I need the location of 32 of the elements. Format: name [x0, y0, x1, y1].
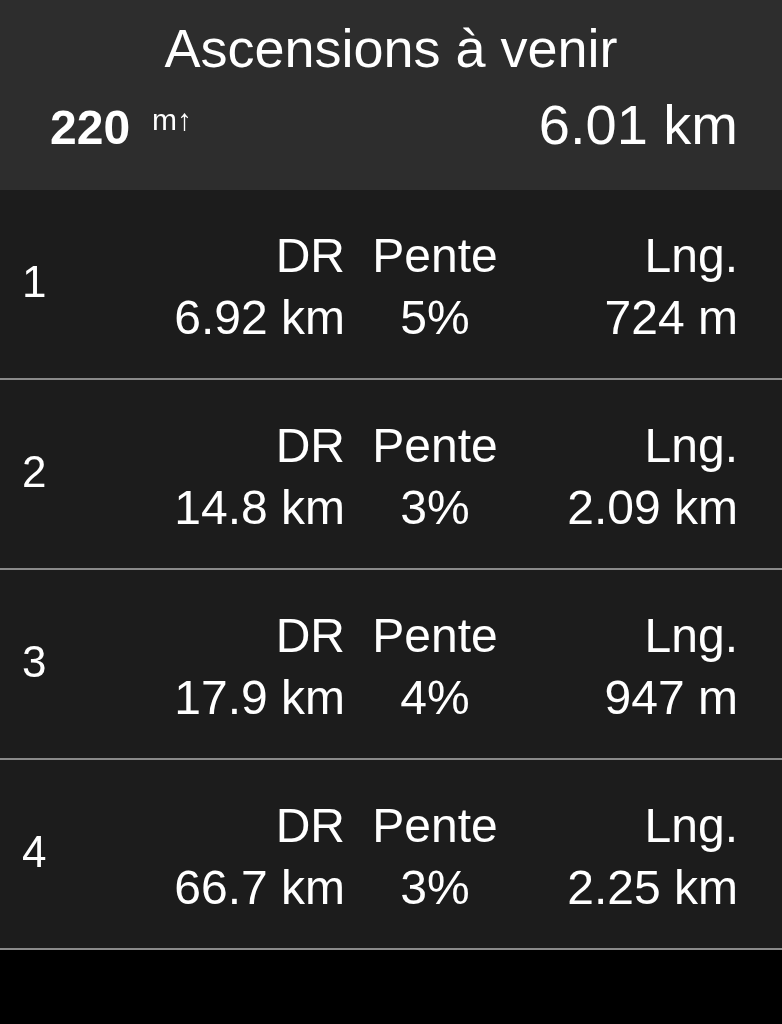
- grade-value: 5%: [399, 290, 471, 346]
- grade-value: 4%: [399, 670, 471, 726]
- grade-label: Pente: [371, 798, 499, 854]
- grade-value: 3%: [399, 860, 471, 916]
- grade-label: Pente: [371, 228, 499, 284]
- length-label: Lng.: [643, 418, 738, 474]
- length-label: Lng.: [643, 608, 738, 664]
- distance-label: DR: [274, 798, 345, 854]
- climb-number: 4: [22, 827, 48, 877]
- distance-label: DR: [274, 418, 345, 474]
- distance-value: 14.8 km: [173, 480, 345, 536]
- distance-label: DR: [274, 608, 345, 664]
- ascent-value: 220: [50, 101, 131, 154]
- climb-number: 2: [22, 447, 48, 497]
- length-value: 2.09 km: [566, 480, 738, 536]
- climb-number: 1: [22, 257, 48, 307]
- screen-title: Ascensions à venir: [163, 17, 619, 80]
- ascent-unit: m↑: [152, 103, 193, 136]
- distance-value: 17.9 km: [173, 670, 345, 726]
- distance-label: DR: [274, 228, 345, 284]
- grade-label: Pente: [371, 418, 499, 474]
- climb-number: 3: [22, 637, 48, 687]
- length-value: 947 m: [603, 670, 738, 726]
- grade-label: Pente: [371, 608, 499, 664]
- distance-value: 66.7 km: [173, 860, 345, 916]
- length-label: Lng.: [643, 798, 738, 854]
- length-label: Lng.: [643, 228, 738, 284]
- length-value: 724 m: [603, 290, 738, 346]
- length-value: 2.25 km: [566, 860, 738, 916]
- grade-value: 3%: [399, 480, 471, 536]
- distance-value: 6.92 km: [173, 290, 345, 346]
- distance-value: 6.01 km: [538, 92, 738, 157]
